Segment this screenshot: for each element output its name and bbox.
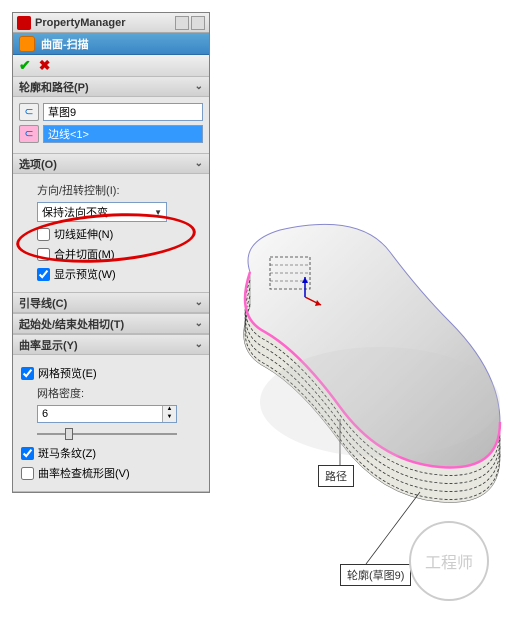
collapse-icon: ⌄ — [195, 158, 203, 169]
section-header-tangency[interactable]: 起始处/结束处相切(T) ⌄ — [13, 314, 209, 334]
tangent-extension-checkbox[interactable]: 切线延伸(N) — [37, 226, 203, 242]
mesh-density-label: 网格密度: — [37, 385, 203, 401]
chevron-down-icon: ▼ — [154, 208, 162, 217]
titlebar-controls[interactable] — [175, 16, 205, 30]
profile-icon[interactable]: ⊂ — [19, 103, 39, 121]
callout-profile: 轮廓(草图9) — [340, 564, 411, 586]
spinner-control[interactable]: ▲▼ — [162, 406, 176, 422]
mesh-preview-checkbox[interactable]: 网格预览(E) — [21, 365, 203, 381]
panel-titlebar: PropertyManager — [13, 13, 209, 33]
section-header-options[interactable]: 选项(O) ⌄ — [13, 154, 209, 174]
mesh-density-input[interactable]: 6 ▲▼ — [37, 405, 177, 423]
zebra-stripes-checkbox[interactable]: 斑马条纹(Z) — [21, 445, 203, 461]
section-curvature: 曲率显示(Y) ⌄ 网格预览(E) 网格密度: 6 ▲▼ 斑马条纹(Z) 曲率检… — [13, 335, 209, 492]
section-header-guides[interactable]: 引导线(C) ⌄ — [13, 293, 209, 313]
watermark: 工程师 — [409, 521, 489, 601]
curvature-comb-checkbox[interactable]: 曲率检查梳形图(V) — [21, 465, 203, 481]
path-input[interactable]: 边线<1> — [43, 125, 203, 143]
graphics-viewport[interactable]: 路径 轮廓(草图9) 工程师 — [210, 12, 519, 631]
section-header-curvature[interactable]: 曲率显示(Y) ⌄ — [13, 335, 209, 355]
collapse-icon: ⌄ — [195, 81, 203, 92]
callout-path: 路径 — [318, 465, 354, 487]
ok-button[interactable]: ✔ — [19, 57, 31, 74]
feature-name: 曲面-扫描 — [41, 36, 89, 52]
action-row: ✔ ✖ — [13, 55, 209, 77]
panel-title: PropertyManager — [35, 17, 171, 29]
sweep-surface-icon — [19, 36, 35, 52]
section-header-profile-path[interactable]: 轮廓和路径(P) ⌄ — [13, 77, 209, 97]
path-icon[interactable]: ⊂ — [19, 125, 39, 143]
slider-thumb[interactable] — [65, 428, 73, 440]
section-profile-path: 轮廓和路径(P) ⌄ ⊂ 草图9 ⊂ 边线<1> — [13, 77, 209, 154]
orientation-label: 方向/扭转控制(I): — [37, 182, 203, 198]
app-logo-icon — [17, 16, 31, 30]
cancel-button[interactable]: ✖ — [39, 57, 51, 74]
collapse-icon: ⌄ — [195, 297, 203, 308]
collapse-icon: ⌄ — [195, 339, 203, 350]
profile-input[interactable]: 草图9 — [43, 103, 203, 121]
orientation-dropdown[interactable]: 保持法向不变 ▼ — [37, 202, 167, 222]
show-preview-checkbox[interactable]: 显示预览(W) — [37, 266, 203, 282]
path-selection-row: ⊂ 边线<1> — [19, 125, 203, 143]
profile-selection-row: ⊂ 草图9 — [19, 103, 203, 121]
feature-header: 曲面-扫描 — [13, 33, 209, 55]
collapse-icon: ⌄ — [195, 318, 203, 329]
section-tangency: 起始处/结束处相切(T) ⌄ — [13, 314, 209, 335]
mesh-density-slider[interactable] — [37, 427, 177, 441]
section-options: 选项(O) ⌄ 方向/扭转控制(I): 保持法向不变 ▼ 切线延伸(N) 合并切… — [13, 154, 209, 293]
section-guides: 引导线(C) ⌄ — [13, 293, 209, 314]
merge-faces-checkbox[interactable]: 合并切面(M) — [37, 246, 203, 262]
property-manager-panel: PropertyManager 曲面-扫描 ✔ ✖ 轮廓和路径(P) ⌄ ⊂ 草… — [12, 12, 210, 493]
